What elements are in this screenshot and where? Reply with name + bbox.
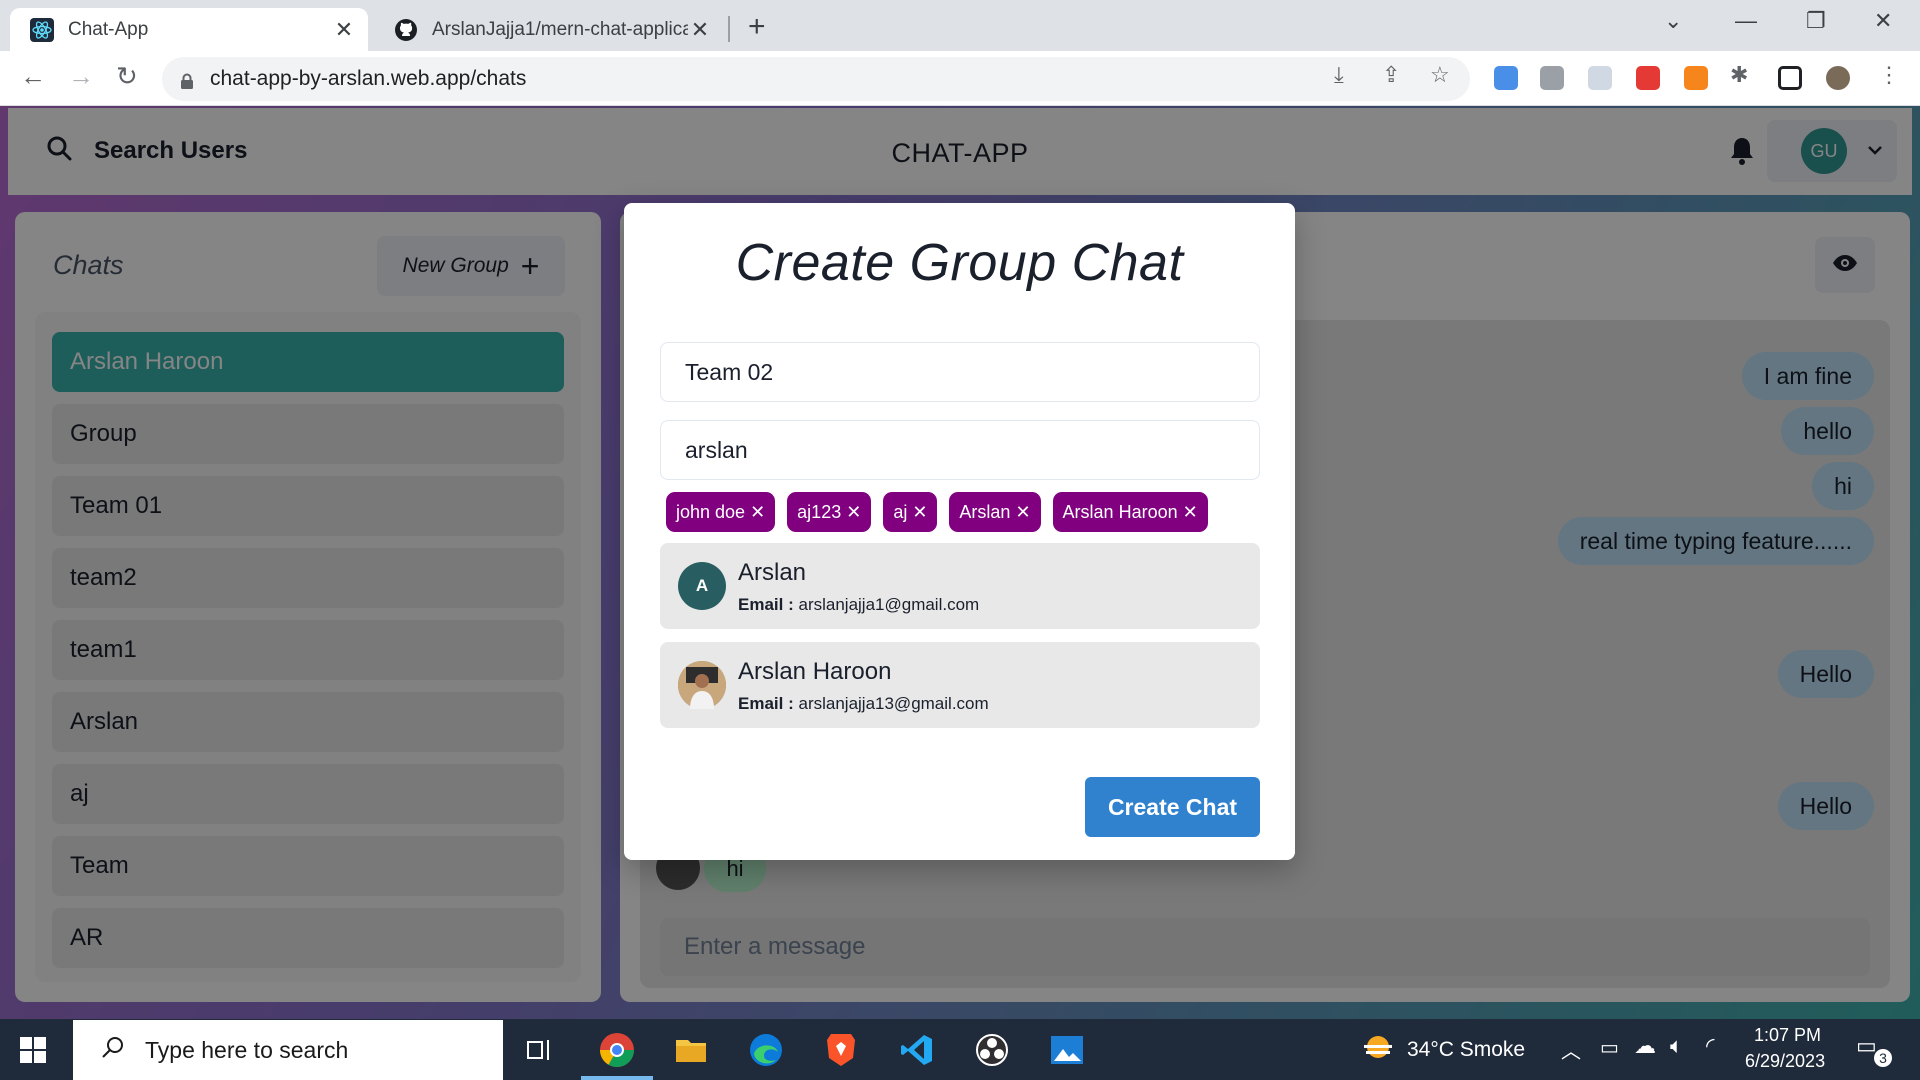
new-tab-icon[interactable]: + — [748, 10, 766, 44]
url-text: chat-app-by-arslan.web.app/chats — [210, 67, 527, 90]
email-label: Email : — [738, 694, 794, 713]
address-toolbar: ← → ↻ chat-app-by-arslan.web.app/chats ⤓… — [0, 51, 1920, 106]
brave-icon[interactable] — [820, 1029, 862, 1071]
user-email: Email : arslanjajja1@gmail.com — [738, 595, 979, 615]
side-panel-icon[interactable] — [1778, 66, 1802, 90]
volume-icon[interactable]: 🔈︎ — [1670, 1033, 1683, 1059]
onedrive-cloud-icon[interactable]: ☁ — [1634, 1033, 1656, 1059]
browser-menu-icon[interactable]: ⋮ — [1878, 62, 1900, 88]
weather-icon[interactable] — [1360, 1033, 1396, 1069]
remove-icon[interactable]: ✕ — [846, 502, 861, 523]
extensions-puzzle-icon[interactable]: ✱ — [1730, 62, 1748, 88]
user-badge[interactable]: Arslan ✕ — [949, 492, 1041, 532]
install-app-icon[interactable]: ⤓ — [1334, 62, 1344, 88]
metamask-fox-icon[interactable] — [1684, 66, 1708, 90]
react-icon — [30, 17, 54, 42]
user-name: Arslan Haroon — [738, 658, 892, 685]
avatar: A — [678, 562, 726, 610]
chat-name-input[interactable]: Team 02 — [660, 342, 1260, 402]
file-explorer-icon[interactable] — [670, 1029, 712, 1071]
browser-tab-strip: Chat-App ✕ ArslanJajja1/mern-chat-applic… — [0, 0, 1920, 51]
tab-title: ArslanJajja1/mern-chat-applicati — [432, 18, 688, 40]
taskbar-search-box[interactable]: Type here to search — [73, 1020, 503, 1080]
restore-icon[interactable]: ❐ — [1806, 8, 1826, 34]
selected-users: john doe ✕ aj123 ✕ aj ✕ Arslan ✕ Arslan Haro… — [666, 492, 1208, 532]
reload-icon[interactable]: ↻ — [116, 61, 138, 92]
create-group-modal: Create Group Chat Team 02 arslan john do… — [624, 203, 1295, 860]
windows-start-icon[interactable] — [20, 1037, 46, 1068]
tab-github[interactable]: ArslanJajja1/mern-chat-applicati ✕ — [374, 8, 724, 51]
pen-extension-icon[interactable] — [1636, 66, 1660, 90]
close-tab-icon[interactable]: ✕ — [332, 17, 356, 43]
user-result-item[interactable]: Arslan Haroon Email : arslanjajja13@gmai… — [660, 642, 1260, 728]
email-value: arslanjajja13@gmail.com — [798, 694, 989, 713]
modal-title: Create Group Chat — [735, 234, 1184, 292]
add-users-input[interactable]: arslan — [660, 420, 1260, 480]
user-badge[interactable]: aj ✕ — [883, 492, 938, 532]
bookmark-star-icon[interactable]: ☆ — [1430, 62, 1450, 88]
user-name: Arslan — [738, 559, 807, 586]
email-value: arslanjajja1@gmail.com — [798, 595, 980, 614]
profile-avatar-icon[interactable] — [1826, 66, 1850, 90]
share-icon[interactable]: ⇪ — [1382, 62, 1400, 88]
close-window-icon[interactable]: ✕ — [1874, 8, 1892, 34]
forward-icon[interactable]: → — [68, 61, 94, 92]
remove-icon[interactable]: ✕ — [750, 502, 765, 523]
tab-separator — [728, 16, 730, 42]
remove-icon[interactable]: ✕ — [912, 502, 927, 523]
create-chat-button[interactable]: Create Chat — [1085, 777, 1260, 837]
close-tab-icon[interactable]: ✕ — [688, 17, 712, 43]
wifi-icon[interactable]: ◜ — [1706, 1033, 1715, 1059]
photos-icon[interactable] — [1046, 1029, 1088, 1071]
chrome-icon[interactable] — [596, 1029, 638, 1071]
shield-extension-icon[interactable] — [1588, 66, 1612, 90]
weather-text: 34°C Smoke — [1407, 1038, 1526, 1061]
windows-taskbar: Type here to search 34°C Smoke ︿ ▭ ☁ 🔈︎ … — [0, 1019, 1920, 1080]
task-view-icon[interactable] — [519, 1029, 561, 1071]
avatar — [678, 661, 726, 709]
user-badge-label: aj123 — [797, 501, 842, 522]
tab-search-chevron-icon[interactable]: ⌄ — [1664, 8, 1682, 34]
tab-chat-app[interactable]: Chat-App ✕ — [10, 8, 368, 51]
camera-extension-icon[interactable] — [1540, 66, 1564, 90]
minimize-icon[interactable]: — — [1735, 8, 1757, 34]
active-app-indicator — [581, 1076, 653, 1080]
vscode-icon[interactable] — [896, 1029, 938, 1071]
clock-date[interactable]: 6/29/2023 — [1745, 1051, 1825, 1072]
email-label: Email : — [738, 595, 794, 614]
user-badge[interactable]: aj123 ✕ — [787, 492, 872, 532]
user-badge-label: aj — [893, 501, 908, 522]
user-badge-label: Arslan Haroon — [1062, 501, 1178, 522]
tab-title: Chat-App — [68, 18, 149, 40]
user-badge[interactable]: john doe ✕ — [666, 492, 776, 532]
show-hidden-icons[interactable]: ︿ — [1561, 1035, 1581, 1064]
notification-count-badge: 3 — [1874, 1049, 1892, 1067]
back-icon[interactable]: ← — [20, 61, 46, 92]
search-icon — [101, 1035, 125, 1065]
battery-icon[interactable]: ▭ — [1600, 1035, 1619, 1060]
github-icon — [394, 18, 418, 42]
clock-time[interactable]: 1:07 PM — [1754, 1025, 1821, 1046]
user-result-item[interactable]: A Arslan Email : arslanjajja1@gmail.com — [660, 543, 1260, 629]
address-bar[interactable]: chat-app-by-arslan.web.app/chats — [162, 57, 1470, 101]
user-badge-label: john doe — [676, 501, 746, 522]
taskbar-search-placeholder: Type here to search — [145, 1036, 349, 1063]
extension-pen-icon[interactable] — [1494, 66, 1518, 90]
user-badge[interactable]: Arslan Haroon ✕ — [1052, 492, 1208, 532]
obs-icon[interactable] — [971, 1029, 1013, 1071]
edge-icon[interactable] — [745, 1029, 787, 1071]
remove-icon[interactable]: ✕ — [1015, 502, 1030, 523]
lock-icon — [180, 71, 194, 89]
remove-icon[interactable]: ✕ — [1183, 502, 1198, 523]
user-badge-label: Arslan — [959, 501, 1011, 522]
user-email: Email : arslanjajja13@gmail.com — [738, 694, 989, 714]
